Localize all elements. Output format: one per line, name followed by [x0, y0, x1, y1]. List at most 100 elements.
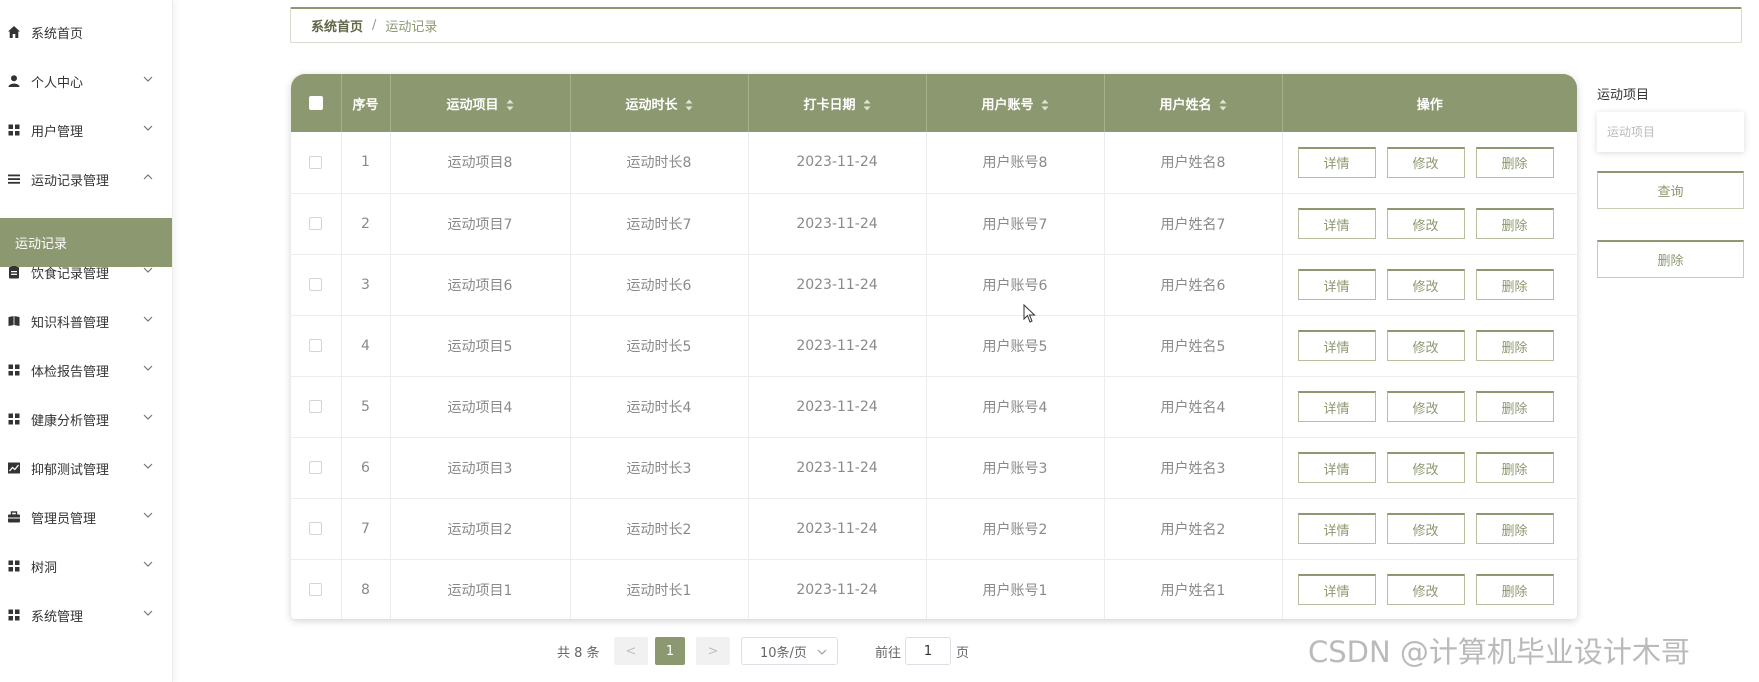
- delete-button[interactable]: 删除: [1475, 391, 1554, 422]
- cell-actions: 详情 修改 删除: [1282, 498, 1577, 559]
- pagination-page-1[interactable]: 1: [655, 637, 685, 665]
- cell-date: 2023-11-24: [748, 315, 927, 376]
- delete-button[interactable]: 删除: [1475, 452, 1554, 483]
- cell-actions: 详情 修改 删除: [1282, 376, 1577, 437]
- table-header-cell[interactable]: 运动时长: [570, 74, 749, 132]
- cell-name: 用户姓名7: [1104, 193, 1283, 254]
- cell-item: 运动项目5: [390, 315, 571, 376]
- edit-button[interactable]: 修改: [1386, 146, 1465, 178]
- sidebar-item[interactable]: 树洞: [0, 546, 172, 586]
- row-select-cell[interactable]: [291, 437, 342, 498]
- detail-button[interactable]: 详情: [1297, 452, 1376, 483]
- sidebar-item[interactable]: 抑郁测试管理: [0, 448, 172, 488]
- cell-duration: 运动时长8: [570, 132, 749, 193]
- sidebar-item-label: 用户管理: [31, 124, 84, 140]
- sidebar-item[interactable]: 管理员管理: [0, 497, 172, 537]
- detail-button[interactable]: 详情: [1297, 574, 1376, 605]
- row-checkbox[interactable]: [309, 400, 323, 413]
- grid-icon: [8, 124, 20, 136]
- delete-button[interactable]: 删除: [1475, 269, 1554, 300]
- sidebar-item-label: 运动记录管理: [31, 173, 110, 189]
- row-checkbox[interactable]: [309, 461, 323, 474]
- detail-button[interactable]: 详情: [1297, 391, 1376, 422]
- row-checkbox[interactable]: [309, 155, 323, 169]
- detail-button[interactable]: 详情: [1297, 146, 1376, 178]
- detail-button[interactable]: 详情: [1297, 513, 1376, 544]
- header-label: 用户账号: [981, 97, 1034, 113]
- row-checkbox[interactable]: [309, 278, 323, 291]
- delete-button[interactable]: 删除: [1475, 208, 1554, 239]
- search-input[interactable]: [1597, 112, 1744, 152]
- edit-button[interactable]: 修改: [1386, 330, 1465, 361]
- row-checkbox[interactable]: [309, 522, 323, 535]
- table-header-cell[interactable]: 用户姓名: [1104, 74, 1283, 132]
- row-checkbox[interactable]: [309, 339, 323, 352]
- query-button[interactable]: 查询: [1597, 171, 1744, 209]
- sort-icon[interactable]: [685, 99, 693, 111]
- grid-icon: [8, 560, 20, 572]
- pagination-next-button[interactable]: >: [696, 637, 730, 665]
- row-select-cell[interactable]: [291, 498, 342, 559]
- delete-button[interactable]: 删除: [1475, 574, 1554, 605]
- sidebar-item[interactable]: 用户管理: [0, 110, 172, 150]
- pagination-prev-button[interactable]: <: [614, 637, 648, 665]
- sidebar-item[interactable]: 体检报告管理: [0, 350, 172, 390]
- sort-icon[interactable]: [863, 99, 871, 111]
- row-select-cell[interactable]: [291, 559, 342, 619]
- edit-button[interactable]: 修改: [1386, 269, 1465, 300]
- row-checkbox[interactable]: [309, 217, 323, 230]
- sidebar-item[interactable]: 知识科普管理: [0, 301, 172, 341]
- edit-button[interactable]: 修改: [1386, 513, 1465, 544]
- sidebar-item[interactable]: 饮食记录管理: [0, 252, 172, 292]
- cell-name: 用户姓名8: [1104, 132, 1283, 193]
- cell-duration: 运动时长5: [570, 315, 749, 376]
- batch-delete-button[interactable]: 删除: [1597, 240, 1744, 278]
- sidebar-item-label: 饮食记录管理: [31, 266, 110, 282]
- sidebar-item[interactable]: 健康分析管理: [0, 399, 172, 439]
- edit-button[interactable]: 修改: [1386, 452, 1465, 483]
- delete-button[interactable]: 删除: [1475, 513, 1554, 544]
- select-all-checkbox[interactable]: [308, 96, 323, 110]
- chevron-down-icon: [143, 76, 153, 82]
- row-checkbox[interactable]: [309, 583, 323, 596]
- row-select-cell[interactable]: [291, 376, 342, 437]
- table-header-cell[interactable]: 打卡日期: [748, 74, 927, 132]
- edit-button[interactable]: 修改: [1386, 391, 1465, 422]
- sidebar-item[interactable]: 系统首页: [0, 12, 172, 52]
- cell-item: 运动项目2: [390, 498, 571, 559]
- table-header-cell[interactable]: 用户账号: [926, 74, 1105, 132]
- table-row: 7 运动项目2 运动时长2 2023-11-24 用户账号2 用户姓名2 详情 …: [291, 498, 1577, 559]
- delete-button[interactable]: 删除: [1475, 146, 1554, 178]
- sort-icon[interactable]: [506, 99, 514, 111]
- cell-date: 2023-11-24: [748, 193, 927, 254]
- breadcrumb-home[interactable]: 系统首页: [311, 16, 363, 35]
- row-select-cell[interactable]: [291, 193, 342, 254]
- sidebar-item-label: 知识科普管理: [31, 315, 110, 331]
- delete-button[interactable]: 删除: [1475, 330, 1554, 361]
- detail-button[interactable]: 详情: [1297, 330, 1376, 361]
- row-select-cell[interactable]: [291, 254, 342, 315]
- sidebar-item[interactable]: 系统管理: [0, 595, 172, 635]
- edit-button[interactable]: 修改: [1386, 574, 1465, 605]
- sidebar-item-label: 抑郁测试管理: [31, 462, 110, 478]
- sort-icon[interactable]: [1219, 99, 1227, 111]
- detail-button[interactable]: 详情: [1297, 208, 1376, 239]
- sidebar-item[interactable]: 个人中心: [0, 61, 172, 101]
- sort-icon[interactable]: [1041, 99, 1049, 111]
- detail-button[interactable]: 详情: [1297, 269, 1376, 300]
- cell-duration: 运动时长7: [570, 193, 749, 254]
- chevron-down-icon: [143, 561, 153, 567]
- edit-button[interactable]: 修改: [1386, 208, 1465, 239]
- table-header-cell[interactable]: 运动项目: [390, 74, 571, 132]
- pagination-goto-input[interactable]: 1: [905, 637, 951, 665]
- header-select-all[interactable]: [291, 74, 342, 132]
- row-select-cell[interactable]: [291, 315, 342, 376]
- sidebar-item-label: 树洞: [31, 560, 58, 576]
- row-select-cell[interactable]: [291, 132, 342, 193]
- home-icon: [8, 26, 20, 38]
- cell-account: 用户账号1: [926, 559, 1105, 619]
- cell-no: 5: [341, 376, 391, 437]
- sidebar-item-label: 个人中心: [31, 75, 84, 91]
- sidebar-item[interactable]: 运动记录管理: [0, 159, 172, 199]
- page-size-select[interactable]: 10条/页: [741, 637, 838, 665]
